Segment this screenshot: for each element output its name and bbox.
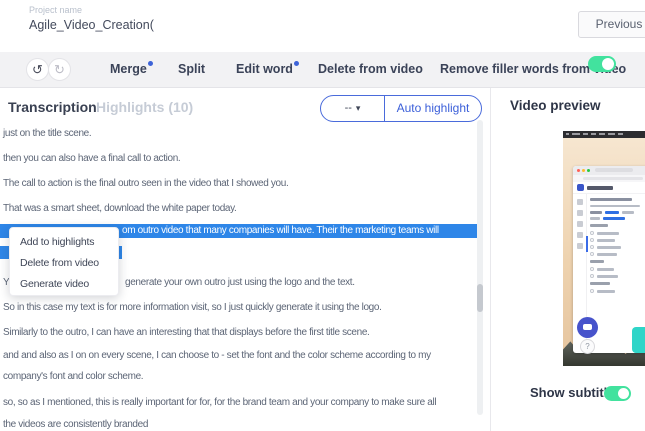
pictory-wordmark bbox=[587, 186, 613, 190]
transcript-line[interactable]: just on the title scene. bbox=[3, 128, 91, 139]
app-window: Project name Agile_Video_Creation( Previ… bbox=[0, 0, 645, 431]
video-preview-title: Video preview bbox=[510, 98, 601, 113]
toolbar: ↺ ↻ Merge Split Edit word Delete from vi… bbox=[0, 52, 645, 88]
transcript-line[interactable]: So in this case my text is for more info… bbox=[3, 302, 382, 313]
tab-transcription[interactable]: Transcription bbox=[8, 99, 97, 115]
highlight-controls: -- ▾ Auto highlight bbox=[320, 95, 482, 122]
info-badge-icon bbox=[294, 61, 299, 66]
menu-item-add-to-highlights[interactable]: Add to highlights bbox=[10, 232, 118, 253]
video-preview-thumbnail[interactable]: ? bbox=[563, 131, 645, 366]
scrollbar-track[interactable] bbox=[477, 120, 483, 415]
mac-menubar bbox=[563, 131, 645, 138]
transcript-line[interactable]: company's font and color scheme. bbox=[3, 371, 143, 382]
delete-from-video-button[interactable]: Delete from video bbox=[318, 62, 423, 76]
transcript-line[interactable]: so, so as I mentioned, this is really im… bbox=[3, 397, 436, 408]
merge-label: Merge bbox=[110, 62, 147, 76]
help-icon: ? bbox=[580, 339, 595, 354]
remove-filler-toggle[interactable] bbox=[588, 56, 616, 72]
auto-highlight-button[interactable]: Auto highlight bbox=[385, 96, 481, 121]
project-name-value[interactable]: Agile_Video_Creation( bbox=[29, 18, 154, 32]
panel-divider bbox=[490, 88, 491, 431]
merge-button[interactable]: Merge bbox=[110, 62, 153, 76]
pictory-app-header bbox=[573, 182, 645, 194]
browser-addressbar bbox=[573, 175, 645, 182]
toggle-knob bbox=[602, 58, 614, 70]
show-subtitles-toggle[interactable] bbox=[604, 386, 631, 401]
transcript-line[interactable]: The call to action is the final outro se… bbox=[3, 178, 288, 189]
edit-word-label: Edit word bbox=[236, 62, 293, 76]
transcript-line-rest: generate your own outro just using the l… bbox=[125, 277, 355, 288]
chevron-down-icon: ▾ bbox=[356, 103, 361, 113]
split-button[interactable]: Split bbox=[178, 62, 205, 76]
transcript-line[interactable]: then you can also have a final call to a… bbox=[3, 153, 180, 164]
chat-widget-icon bbox=[577, 317, 598, 338]
menu-item-generate-video[interactable]: Generate video bbox=[10, 274, 118, 295]
teal-action-button bbox=[632, 327, 645, 353]
menu-item-delete-from-video[interactable]: Delete from video bbox=[10, 253, 118, 274]
previous-button[interactable]: Previous bbox=[578, 11, 645, 38]
redo-icon[interactable]: ↻ bbox=[48, 58, 71, 81]
project-name-label: Project name bbox=[29, 5, 82, 15]
edit-word-button[interactable]: Edit word bbox=[236, 62, 299, 76]
transcript-line[interactable]: Similarly to the outro, I can have an in… bbox=[3, 327, 369, 338]
browser-titlebar bbox=[573, 166, 645, 175]
transcript-line[interactable]: and and also as I on on every scene, I c… bbox=[3, 350, 431, 361]
pictory-logo bbox=[577, 184, 584, 191]
toggle-knob bbox=[618, 388, 629, 399]
sidebar-active-indicator bbox=[586, 236, 588, 252]
dropdown-value: -- bbox=[345, 102, 352, 114]
undo-icon[interactable]: ↺ bbox=[26, 58, 49, 81]
info-badge-icon bbox=[148, 61, 153, 66]
highlight-dropdown[interactable]: -- ▾ bbox=[321, 96, 385, 121]
tab-highlights[interactable]: Highlights (10) bbox=[96, 99, 193, 115]
transcript-line[interactable]: That was a smart sheet, download the whi… bbox=[3, 203, 237, 214]
transcript-line[interactable]: the videos are consistently branded bbox=[3, 419, 148, 430]
scrollbar-thumb[interactable] bbox=[477, 284, 483, 312]
context-menu: Add to highlights Delete from video Gene… bbox=[9, 227, 119, 296]
